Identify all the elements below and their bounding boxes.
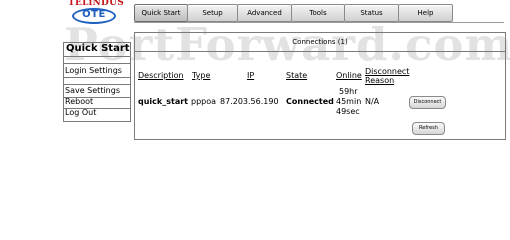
connections-divider [135, 51, 505, 52]
row-reason: N/A [365, 97, 380, 106]
header-type: Type [192, 71, 211, 80]
connections-title: Connections (1) [292, 38, 348, 46]
brand-logo: TELiNDUS OTE [62, 0, 130, 28]
row-online-hours: 59hr [339, 87, 358, 96]
sidebar-divider [64, 77, 130, 78]
row-online-seconds: 49sec [336, 107, 360, 116]
sidebar-item-save-settings[interactable]: Save Settings [65, 86, 120, 95]
disconnect-button[interactable]: Disconnect [409, 96, 446, 109]
tab-help[interactable]: Help [398, 4, 453, 22]
row-description: quick_start [138, 97, 188, 106]
header-disconnect-reason: Disconnect [365, 67, 410, 76]
tab-setup[interactable]: Setup [187, 4, 238, 22]
row-type: pppoa [191, 97, 217, 106]
row-online-minutes: 45min [336, 97, 362, 106]
tab-advanced[interactable]: Advanced [237, 4, 292, 22]
header-online: Online [336, 71, 362, 80]
sidebar-divider [64, 63, 130, 64]
sidebar-divider [64, 84, 130, 85]
sidebar-title: Quick Start [66, 43, 130, 54]
refresh-button[interactable]: Refresh [412, 122, 445, 135]
sidebar-item-log-out[interactable]: Log Out [65, 108, 96, 117]
connections-panel: Connections (1) Description Type IP Stat… [134, 32, 506, 140]
sidebar-item-login-settings[interactable]: Login Settings [65, 66, 122, 75]
sidebar: Quick Start Login Settings Save Settings… [63, 42, 131, 122]
header-disconnect-reason: Reason [365, 76, 395, 85]
header-state: State [286, 71, 308, 80]
row-state: Connected [286, 97, 334, 106]
row-ip: 87.203.56.190 [220, 97, 279, 106]
tab-status[interactable]: Status [344, 4, 399, 22]
sidebar-divider [64, 56, 130, 57]
sidebar-item-reboot[interactable]: Reboot [65, 97, 93, 106]
brand-oval-text: OTE [82, 9, 106, 20]
brand-top-text: TELiNDUS [67, 0, 125, 8]
header-description: Description [138, 71, 184, 80]
header-ip: IP [247, 71, 255, 80]
tab-tools[interactable]: Tools [291, 4, 345, 22]
tab-quick-start[interactable]: Quick Start [134, 4, 188, 22]
nav-divider [134, 22, 504, 23]
